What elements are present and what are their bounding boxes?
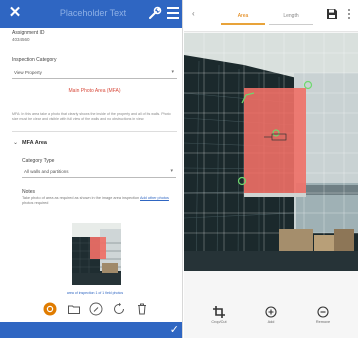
photo-thumbnail[interactable] <box>72 223 121 285</box>
assignment-value: 4034560 <box>12 37 30 42</box>
category-type-label: Category Type <box>22 158 55 164</box>
divider <box>12 131 177 132</box>
photo-editor-panel: ‹ Area Length Crop/Cut Add Remove <box>184 0 358 338</box>
chevron-down-icon: ▾ <box>171 69 174 75</box>
inspection-category-select[interactable]: View Property ▾ <box>12 67 177 79</box>
mfa-section-title[interactable]: MFA Area <box>22 140 47 146</box>
remove-circle-icon <box>317 306 329 318</box>
photo-canvas <box>184 33 358 271</box>
crop-button[interactable]: Crop/Cut <box>199 300 239 330</box>
editor-toolbar: ‹ Area Length <box>184 0 358 32</box>
header-title: Placeholder Text <box>59 8 127 18</box>
form-panel: ✕ Placeholder Text Assignment ID 4034560… <box>0 0 183 338</box>
assignment-label: Assignment ID <box>12 30 45 36</box>
remove-point-button[interactable]: Remove <box>303 300 343 330</box>
photo-action-row <box>41 302 151 318</box>
inspection-category-value: View Property <box>14 70 42 75</box>
notes-text: Take photo of area as required as shown … <box>22 196 172 206</box>
add-point-button[interactable]: Add <box>251 300 291 330</box>
inspection-photo[interactable] <box>184 33 358 271</box>
trash-icon[interactable] <box>135 302 149 316</box>
category-type-select[interactable]: All walls and partitions ▾ <box>22 166 176 178</box>
close-button[interactable]: ✕ <box>6 4 24 22</box>
folder-icon[interactable] <box>67 302 81 316</box>
mfa-instructions: MFA: In this area take a photo that clea… <box>12 112 171 121</box>
category-type-value: All walls and partitions <box>24 169 69 174</box>
chevron-down-icon: ▾ <box>170 168 173 174</box>
camera-icon[interactable] <box>43 302 57 316</box>
more-vertical-icon[interactable] <box>348 9 351 21</box>
remove-label: Remove <box>315 320 331 324</box>
tab-length[interactable]: Length <box>269 11 313 25</box>
notes-label: Notes <box>22 189 36 195</box>
bottom-bar: ✓ <box>0 322 182 338</box>
checkmark-icon[interactable]: ✓ <box>170 323 179 337</box>
rotate-icon[interactable] <box>112 302 126 316</box>
notes-suffix: photos required <box>22 201 49 205</box>
notes-body: Take photo of area as required as shown … <box>22 196 140 200</box>
thumbnail-image <box>72 223 121 285</box>
menu-icon[interactable] <box>167 7 179 19</box>
back-arrow-icon[interactable]: ‹ <box>192 9 195 18</box>
crop-label: Crop/Cut <box>211 320 227 324</box>
save-icon[interactable] <box>326 8 338 20</box>
add-circle-icon <box>265 306 277 318</box>
add-label: Add <box>267 320 275 324</box>
inspection-category-label: Inspection Category <box>12 57 57 63</box>
app-header: ✕ Placeholder Text <box>0 0 182 28</box>
thumbnail-caption: area of inspection 1 of 1 field photos <box>66 291 124 295</box>
crop-icon <box>213 306 225 318</box>
edit-icon[interactable] <box>89 302 103 316</box>
main-photo-area-link[interactable]: Main Photo Area (MFA) <box>22 88 167 94</box>
tab-area[interactable]: Area <box>221 11 265 25</box>
wrench-icon[interactable] <box>148 6 162 20</box>
chevron-down-icon[interactable]: ⌄ <box>13 139 18 146</box>
notes-link[interactable]: Add other photos <box>140 196 169 200</box>
editor-tools: Crop/Cut Add Remove <box>184 300 358 338</box>
